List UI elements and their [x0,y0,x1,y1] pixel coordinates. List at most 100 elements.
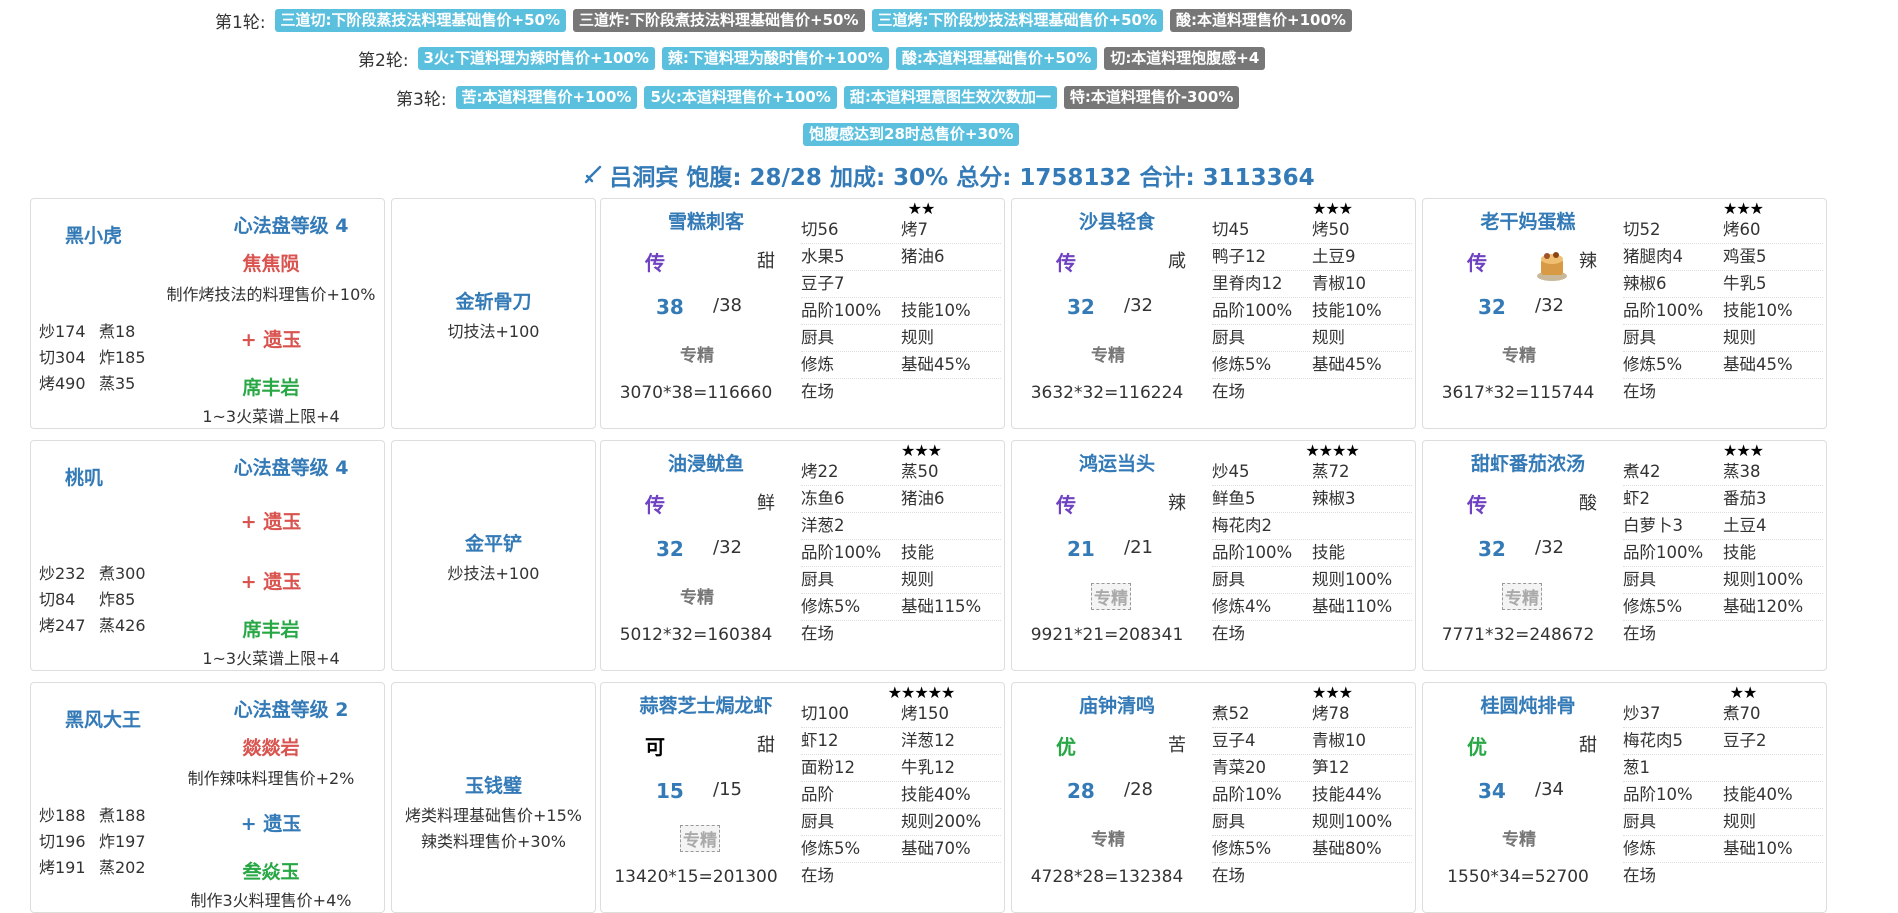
recipe-quantity[interactable]: 32 [1478,295,1506,319]
detail-cell: 面粉12 [801,758,855,777]
jade-slot-3[interactable]: 席丰岩 [151,615,391,642]
detail-cell: 蒸50 [901,462,939,481]
jade-slot-1[interactable]: 燚燚岩 [151,733,391,760]
cake-icon [1533,245,1571,283]
detail-row: 里脊肉12 青椒10 [1212,271,1412,298]
recipe-card[interactable]: ★★★ 庙钟清鸣优 苦 28/28 专精 4728*28=132384 煮52 烤78 豆子4 青… [1011,682,1416,913]
recipe-quantity[interactable]: 38 [656,295,684,319]
recipe-name[interactable]: 鸿运当头 [1032,449,1202,476]
specialty-toggle[interactable]: 专精 [1091,341,1125,366]
detail-cell: 水果5 [801,247,845,266]
chef-card[interactable]: 黑风大王 心法盘等级 2 燚燚岩 制作辣味料理售价+2% + 遗玉 叁焱玉 制作3火料理售价… [30,682,385,913]
equipment-skills: 炒技法+100 [392,561,595,587]
detail-row: 厨具 规则 [1212,325,1412,352]
stat-row: 炒232 煮300 [39,561,159,587]
recipe-card[interactable]: ★★★ 甜虾番茄浓汤传 酸 32/32 专精 7771*32=248672 煮42 蒸38 虾2… [1422,440,1827,671]
recipe-quantity[interactable]: 15 [656,779,684,803]
recipe-name[interactable]: 沙县轻食 [1032,207,1202,234]
recipe-detail-grid: 煮42 蒸38 虾2 番茄3 白萝卜3 土豆4 品阶100% 技能 厨具 规则100% 修炼5% 基础… [1623,459,1823,647]
recipe-quantity-max: /32 [1124,295,1153,316]
recipe-card[interactable]: ★★★ 老干妈蛋糕传 辣 32/32 专精 3617*32=115744 切52 烤60 猪腿肉… [1422,198,1827,429]
detail-cell: 切52 [1623,220,1661,239]
specialty-toggle[interactable]: 专精 [680,341,714,366]
detail-cell: 基础120% [1723,597,1804,616]
rarity-stars: ★★★ [1722,441,1764,460]
detail-row: 鸭子12 土豆9 [1212,244,1412,271]
specialty-toggle[interactable]: 专精 [1502,825,1536,850]
recipe-quantity[interactable]: 32 [1067,295,1095,319]
chef-card[interactable]: 黑小虎 心法盘等级 4 焦焦陨 制作烤技法的料理售价+10% + 遗玉 席丰岩 1~3火菜谱… [30,198,385,429]
detail-cell: 鸭子12 [1212,247,1266,266]
detail-row: 豆子4 青椒10 [1212,728,1412,755]
equipment-card[interactable]: 玉钱璧 烤类料理基础售价+15% 辣类料理售价+30% [391,682,596,913]
detail-cell [1723,621,1823,647]
detail-cell: 在场 [801,866,834,885]
heart-disk-level[interactable]: 心法盘等级 4 [206,453,376,480]
detail-row: 修炼5% 基础115% [801,594,1001,621]
recipe-taste: 辣 [1168,493,1186,514]
recipe-quantity[interactable]: 21 [1067,537,1095,561]
recipe-taste: 甜 [1579,735,1597,756]
equipment-name[interactable]: 玉钱璧 [392,771,595,798]
recipe-card[interactable]: ★★★★ 鸿运当头传 辣 21/21 专精 9921*21=208341 炒45 蒸72 鲜鱼5… [1011,440,1416,671]
equipment-card[interactable]: 金平铲炒技法+100 [391,440,596,671]
chef-name[interactable]: 桃叽 [65,463,103,490]
recipe-name[interactable]: 庙钟清鸣 [1032,691,1202,718]
chef-name[interactable]: 黑小虎 [65,221,122,248]
recipe-card[interactable]: ★★★ 油浸鱿鱼传 鲜 32/32 专精 5012*32=160384 烤22 蒸50 冻鱼6 猪… [600,440,1005,671]
jade-slot-1[interactable]: 焦焦陨 [151,249,391,276]
recipe-card[interactable]: ★★★ 沙县轻食传 咸 32/32 专精 3632*32=116224 切45 烤50 鸭子12… [1011,198,1416,429]
chef-name[interactable]: 黑风大王 [65,705,141,732]
heart-disk-level[interactable]: 心法盘等级 2 [206,695,376,722]
rarity-stars: ★★★ [1722,199,1764,218]
equipment-name[interactable]: 金平铲 [392,529,595,556]
equipment-card[interactable]: 金斩骨刀 切技法+100 [391,198,596,429]
recipe-quantity[interactable]: 28 [1067,779,1095,803]
stat-value: 蒸202 [99,858,146,877]
detail-row: 修炼5% 基础45% [1212,352,1412,379]
recipe-taste: 甜 [757,251,775,272]
detail-cell: 修炼5% [1623,355,1683,374]
jade-slot-3[interactable]: 叁焱玉 [151,857,391,884]
specialty-toggle[interactable]: 专精 [680,825,720,852]
chef-card[interactable]: 桃叽 心法盘等级 4 + 遗玉 + 遗玉 席丰岩 1~3火菜谱上限+4 炒232 煮300 切8… [30,440,385,671]
recipe-quantity[interactable]: 32 [656,537,684,561]
round-title: 第1轮: [215,13,266,33]
jade-slot-3[interactable]: 席丰岩 [151,373,391,400]
recipe-detail-grid: 炒37 煮70 梅花肉5 豆子2 葱1 品阶10% 技能40% 厨具 规则 修炼 基础10% 在场 [1623,701,1823,889]
equipment-name[interactable]: 金斩骨刀 [392,287,595,314]
jade-slot-2[interactable]: + 遗玉 [151,809,391,836]
detail-row: 在场 [801,863,1001,889]
jade-slot-2[interactable]: + 遗玉 [151,567,391,594]
recipe-name[interactable]: 蒜蓉芝士焗龙虾 [621,691,791,718]
recipe-taste: 甜 [757,735,775,756]
recipe-quantity[interactable]: 32 [1478,537,1506,561]
detail-cell [901,379,1001,405]
recipe-card[interactable]: ★★★★★ 蒜蓉芝士焗龙虾可 甜 15/15 专精 13420*15=201300 切100… [600,682,1005,913]
recipe-card[interactable]: ★★ 桂圆炖排骨优 甜 34/34 专精 1550*34=52700 炒37 煮70 梅花肉5 豆… [1422,682,1827,913]
detail-cell: 基础70% [901,839,971,858]
specialty-toggle[interactable]: 专精 [1091,583,1131,610]
detail-cell: 煮42 [1623,462,1661,481]
recipe-name[interactable]: 油浸鱿鱼 [621,449,791,476]
recipe-quantity-max: /32 [713,537,742,558]
heart-disk-level[interactable]: 心法盘等级 4 [206,211,376,238]
recipe-card[interactable]: ★★ 雪糕刺客传 甜 38/38 专精 3070*38=116660 切56 烤7 水果5 猪油6… [600,198,1005,429]
specialty-toggle[interactable]: 专精 [1502,341,1536,366]
detail-row: 煮52 烤78 [1212,701,1412,728]
recipe-name[interactable]: 老干妈蛋糕 [1443,207,1613,234]
recipe-name[interactable]: 桂圆炖排骨 [1443,691,1613,718]
specialty-toggle[interactable]: 专精 [1502,583,1542,610]
specialty-toggle[interactable]: 专精 [680,583,714,608]
recipe-rank: 传 [1056,251,1076,275]
jade-slot-1[interactable]: + 遗玉 [151,507,391,534]
recipe-name[interactable]: 甜虾番茄浓汤 [1443,449,1613,476]
detail-cell: 猪油6 [901,247,945,266]
jade-slot-2[interactable]: + 遗玉 [151,325,391,352]
detail-cell: 规则200% [901,812,982,831]
recipe-name[interactable]: 雪糕刺客 [621,207,791,234]
specialty-toggle[interactable]: 专精 [1091,825,1125,850]
detail-cell: 梅花肉2 [1212,516,1272,535]
recipe-quantity[interactable]: 34 [1478,779,1506,803]
detail-row: 青菜20 笋12 [1212,755,1412,782]
